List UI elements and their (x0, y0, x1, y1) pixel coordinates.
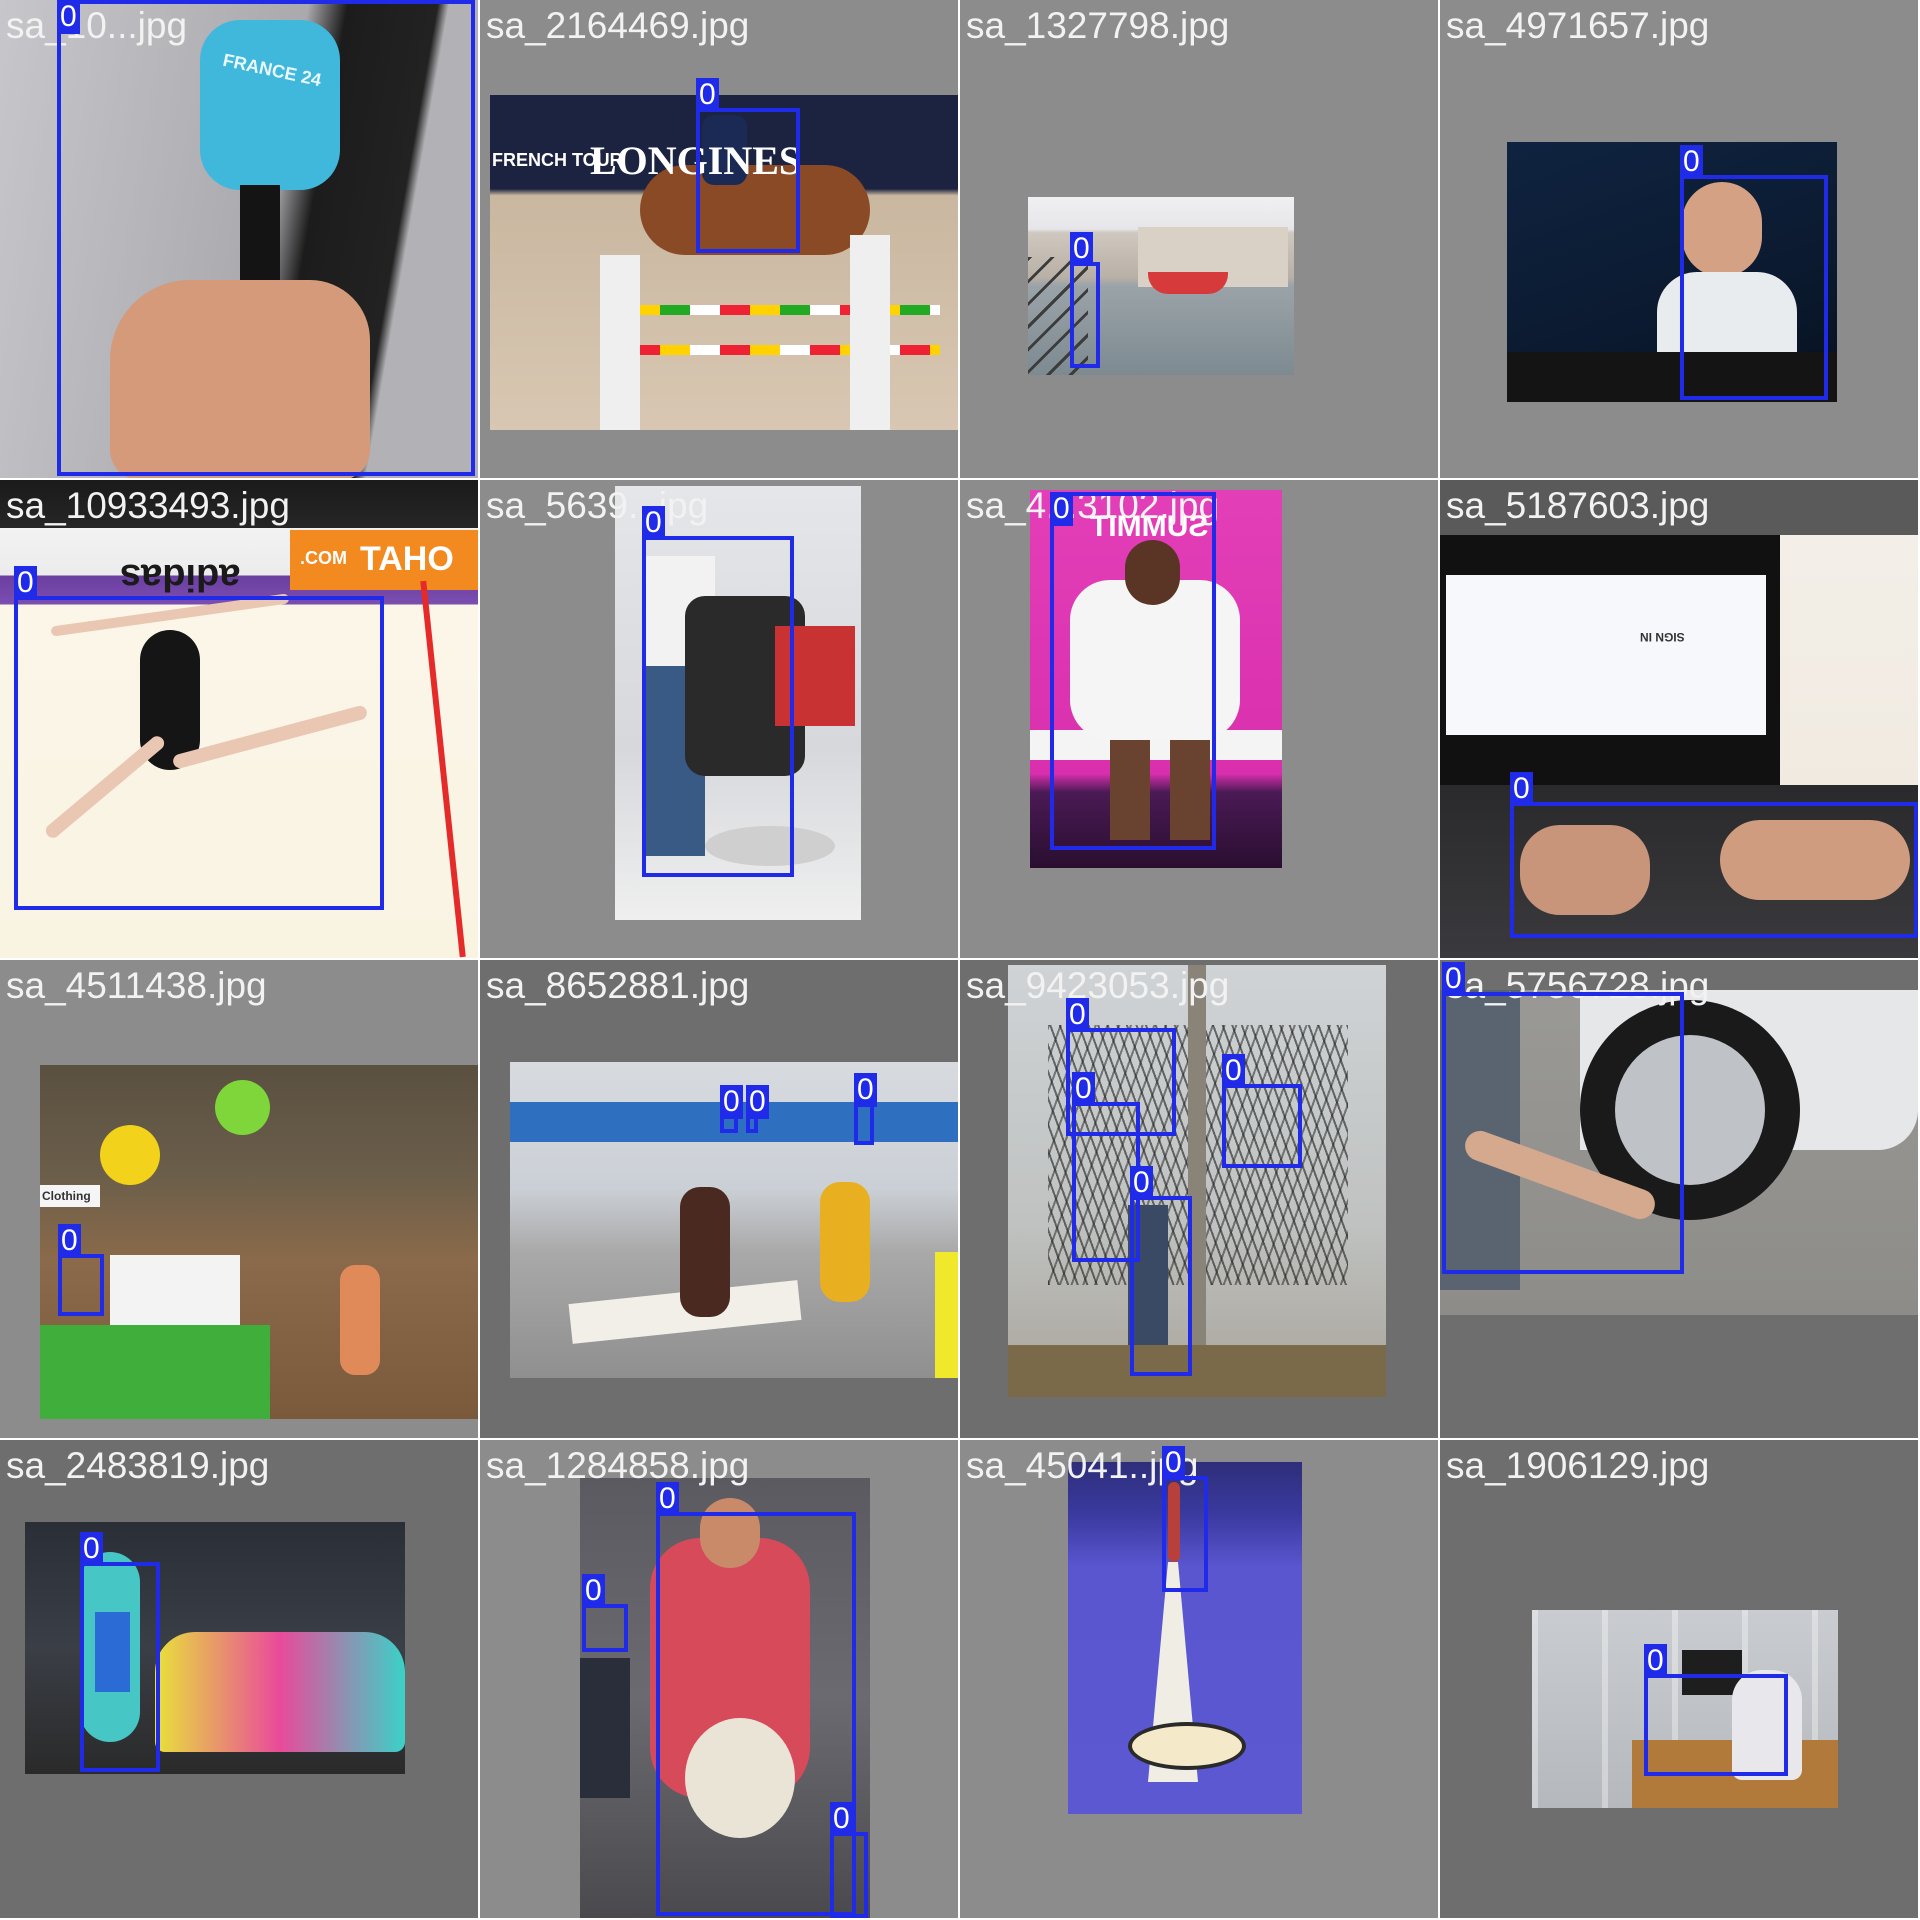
bounding-box: 0 (746, 1085, 769, 1133)
bounding-box: 0 (1130, 1166, 1192, 1376)
class-label: 0 (642, 506, 665, 540)
store-sign-text: Clothing (42, 1189, 91, 1203)
rack-shape (935, 1252, 958, 1378)
class-label: 0 (57, 0, 80, 34)
class-label: 0 (696, 78, 719, 112)
bounding-box: 0 (696, 78, 800, 253)
shopper-shape (820, 1182, 870, 1302)
class-label: 0 (1070, 232, 1093, 266)
tile-2: FRENCH TOUR LONGINES sa_2164469.jpg 0 (480, 0, 958, 478)
class-label: 0 (746, 1085, 769, 1119)
filename-label: sa_2483819.jpg (6, 1445, 270, 1486)
class-label: 0 (1072, 1072, 1095, 1106)
filename-label: sa_2164469.jpg (486, 5, 750, 46)
class-label: 0 (1442, 962, 1465, 996)
bounding-box: 0 (1442, 962, 1684, 1274)
class-label: 0 (1222, 1054, 1245, 1088)
tile-7: SUMMIT sa_4...3102.jpg 0 (960, 480, 1438, 958)
tile-4: sa_4971657.jpg 0 (1440, 0, 1918, 478)
filename-label: sa_1906129.jpg (1446, 1445, 1710, 1486)
filename-label: sa_9423053.jpg (966, 965, 1230, 1006)
tile-5: adidas .COM TAHO sa_10933493.jpg 0 (0, 480, 478, 958)
stroller-shape (580, 1658, 630, 1798)
filename-label: sa_1327798.jpg (966, 5, 1230, 46)
class-label: 0 (58, 1224, 81, 1258)
class-label: 0 (1510, 772, 1533, 806)
tile-3: sa_1327798.jpg 0 (960, 0, 1438, 478)
class-label: 0 (830, 1802, 853, 1836)
class-label: 0 (1680, 145, 1703, 179)
tile-16: sa_1906129.jpg 0 (1440, 1440, 1918, 1918)
sponsor-taho: TAHO (360, 540, 454, 578)
screen-content-shape (1446, 575, 1766, 735)
bounding-box: 0 (57, 0, 475, 476)
tile-8: SIGN IN sa_5187603.jpg 0 (1440, 480, 1918, 958)
class-label: 0 (14, 566, 37, 600)
class-label: 0 (854, 1073, 877, 1107)
filename-label: sa_5639...jpg (486, 485, 709, 526)
tile-photo (1008, 965, 1386, 1397)
tile-9: Clothing sa_4511438.jpg 0 (0, 960, 478, 1438)
bounding-box: 0 (14, 566, 384, 910)
mosaic-grid: FRANCE 24 sa_10...jpg 0 FRENCH TOUR LONG… (0, 0, 1920, 1920)
bounding-box: 0 (656, 1482, 856, 1916)
filename-label: sa_5187603.jpg (1446, 485, 1710, 526)
bounding-box: 0 (1162, 1446, 1208, 1592)
bounding-box: 0 (1680, 145, 1828, 400)
class-label: 0 (720, 1085, 743, 1119)
tile-6: sa_5639...jpg 0 (480, 480, 958, 958)
bounding-box: 0 (58, 1224, 104, 1316)
bounding-box: 0 (80, 1532, 160, 1772)
tile-13: sa_2483819.jpg 0 (0, 1440, 478, 1918)
shopper-shape (680, 1187, 730, 1317)
class-label: 0 (582, 1574, 605, 1608)
tile-12: sa_5756728.jpg 0 (1440, 960, 1918, 1438)
storefront-shape (1008, 1345, 1386, 1397)
filename-label: sa_10933493.jpg (6, 485, 290, 526)
boat-shape (1148, 272, 1228, 294)
counter-shape (40, 1325, 270, 1419)
bounding-box: 0 (830, 1802, 868, 1918)
bounding-box: 0 (582, 1574, 628, 1652)
jump-post (600, 255, 640, 430)
tile-1: FRANCE 24 sa_10...jpg 0 (0, 0, 478, 478)
filename-label: sa_4971657.jpg (1446, 5, 1710, 46)
bounding-box: 0 (854, 1073, 877, 1145)
bounding-box: 0 (642, 506, 794, 877)
tile-10: sa_8652881.jpg 0 0 0 (480, 960, 958, 1438)
jump-post (850, 235, 890, 430)
bounding-box: 0 (1644, 1644, 1788, 1776)
filename-label: sa_4511438.jpg (6, 965, 267, 1006)
bounding-box: 0 (1510, 772, 1918, 938)
tile-photo: Clothing (40, 1065, 478, 1419)
tile-11: sa_9423053.jpg 0 0 0 0 (960, 960, 1438, 1438)
balloon-shape (100, 1125, 160, 1185)
class-label: 0 (1162, 1446, 1185, 1480)
sponsor-com: .COM (300, 548, 347, 568)
ribbon-line (420, 580, 466, 958)
filename-label: sa_1284858.jpg (486, 1445, 750, 1486)
class-label: 0 (1644, 1644, 1667, 1678)
bounding-box: 0 (720, 1085, 743, 1133)
class-label: 0 (1066, 998, 1089, 1032)
tile-photo (1028, 197, 1294, 375)
bounding-box: 0 (1050, 492, 1216, 850)
balloon-shape (215, 1080, 270, 1135)
beam-end-shape (1128, 1722, 1246, 1770)
shopper-shape (340, 1265, 380, 1375)
class-label: 0 (1050, 492, 1073, 526)
class-label: 0 (656, 1482, 679, 1516)
signin-text: SIGN IN (1640, 630, 1685, 644)
tile-14: sa_1284858.jpg 0 0 0 (480, 1440, 958, 1918)
class-label: 0 (1130, 1166, 1153, 1200)
sponsor-adidas: adidas (120, 556, 241, 598)
filename-label: sa_8652881.jpg (486, 965, 750, 1006)
car-shape (155, 1632, 405, 1752)
tile-15: sa_45041..jpg 0 (960, 1440, 1438, 1918)
bounding-box: 0 (1070, 232, 1100, 368)
class-label: 0 (80, 1532, 103, 1566)
bounding-box: 0 (1222, 1054, 1302, 1168)
